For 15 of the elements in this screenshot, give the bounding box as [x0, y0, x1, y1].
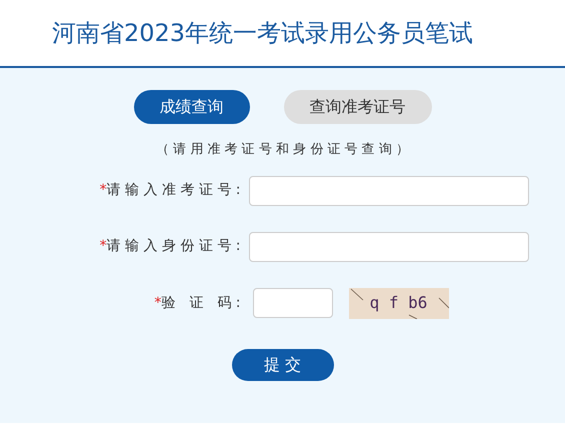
- captcha-image: q f b6: [348, 288, 448, 318]
- field-label: 验 证 码 :: [161, 294, 240, 312]
- tab[interactable]: 成绩查询: [134, 90, 250, 124]
- captcha-field[interactable]: [252, 288, 332, 318]
- input-field[interactable]: [248, 232, 528, 262]
- submit-button[interactable]: 提 交: [232, 348, 334, 380]
- hint-text: （ 请 用 准 考 证 号 和 身 份 证 号 查 询 ）: [156, 141, 409, 159]
- required-mark: *: [100, 181, 107, 200]
- input-field[interactable]: [248, 176, 528, 206]
- field-label: 请 输 入 身 份 证 号 :: [106, 237, 240, 256]
- field-label: 请 输 入 准 考 证 号 :: [106, 181, 240, 200]
- tab[interactable]: 查询准考证号: [284, 90, 432, 124]
- required-mark: *: [154, 294, 162, 312]
- page-title: 河南省2023年统一考试录用公务员笔试: [52, 18, 474, 49]
- required-mark: *: [100, 237, 107, 256]
